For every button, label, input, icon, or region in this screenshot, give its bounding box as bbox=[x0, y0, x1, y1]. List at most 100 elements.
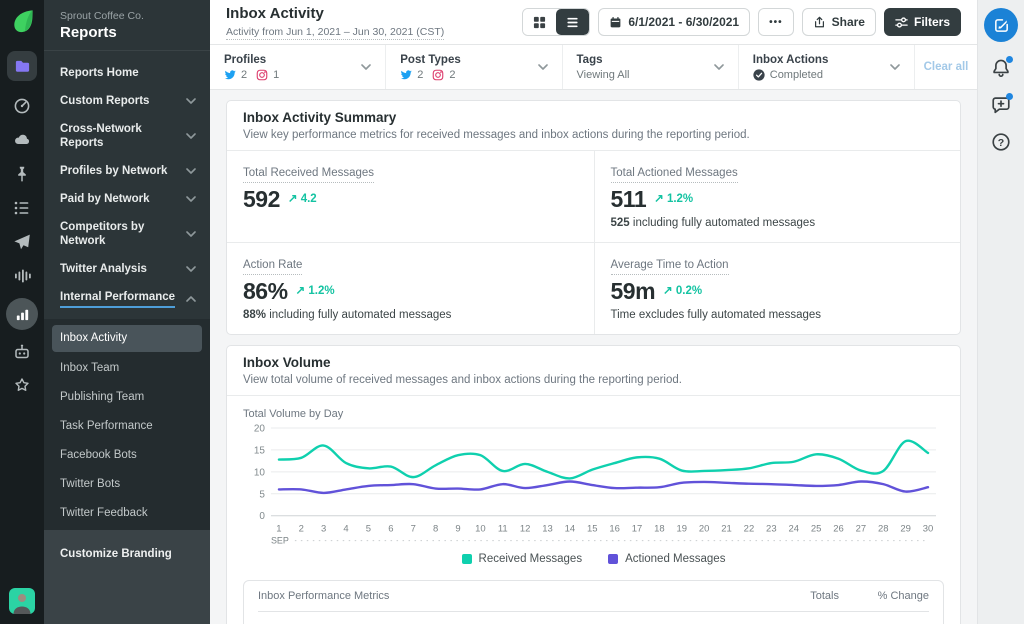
subnav-item-twitter-bots[interactable]: Twitter Bots bbox=[44, 470, 210, 499]
page-title: Inbox Activity bbox=[226, 4, 324, 22]
svg-text:5: 5 bbox=[366, 524, 371, 535]
report-subtitle[interactable]: Activity from Jun 1, 2021 – Jun 30, 2021… bbox=[226, 26, 445, 40]
compose-button[interactable] bbox=[984, 8, 1018, 42]
share-button[interactable]: Share bbox=[801, 8, 876, 36]
messages-cloud-icon[interactable] bbox=[13, 131, 31, 149]
sliders-icon bbox=[895, 16, 908, 28]
network-count: 2 bbox=[241, 68, 248, 81]
metric-note: 525 including fully automated messages bbox=[610, 217, 816, 229]
new-message-button[interactable] bbox=[991, 93, 1013, 115]
line-chart-svg: 051015201 2 3 4 5 6 7 8 9 10 11 12 13 14 15 16 17 18 19 20 2… bbox=[254, 423, 936, 546]
customize-branding[interactable]: Customize Branding bbox=[44, 530, 210, 624]
subnav-item-inbox-team[interactable]: Inbox Team bbox=[44, 354, 210, 383]
more-options-button[interactable]: ••• bbox=[758, 8, 794, 36]
svg-text:12: 12 bbox=[520, 524, 531, 535]
chevron-down-icon bbox=[186, 266, 196, 272]
sidebar-item-reports-home[interactable]: Reports Home bbox=[44, 59, 210, 87]
subnav-item-facebook-bots[interactable]: Facebook Bots bbox=[44, 441, 210, 470]
svg-text:20: 20 bbox=[699, 524, 710, 535]
filter-profiles[interactable]: Profiles 2 1 bbox=[210, 45, 387, 89]
twitter-icon bbox=[401, 70, 413, 80]
list-view-button[interactable] bbox=[556, 9, 590, 35]
date-range-button[interactable]: 6/1/2021 - 6/30/2021 bbox=[598, 8, 751, 36]
list-icon bbox=[567, 17, 578, 27]
listening-waveform-icon[interactable] bbox=[13, 267, 31, 285]
svg-text:29: 29 bbox=[900, 524, 911, 535]
svg-text:9: 9 bbox=[455, 524, 460, 535]
legend-swatch bbox=[608, 553, 619, 564]
sidebar-item-label: Internal Performance bbox=[60, 290, 176, 308]
sprout-logo-icon[interactable] bbox=[9, 8, 36, 35]
metric-label[interactable]: Average Time to Action bbox=[610, 259, 729, 275]
svg-text:10: 10 bbox=[254, 467, 266, 478]
chevron-down-icon bbox=[361, 64, 372, 70]
metric-label[interactable]: Total Received Messages bbox=[243, 167, 375, 183]
app-rail bbox=[0, 0, 44, 624]
clear-all-button[interactable]: Clear all bbox=[915, 45, 977, 89]
report-body: Inbox Activity Summary View key performa… bbox=[210, 90, 977, 624]
filter-post-types[interactable]: Post Types 2 2 bbox=[386, 45, 563, 89]
filter-value-text: Completed bbox=[769, 68, 823, 81]
publish-plane-icon[interactable] bbox=[13, 233, 31, 251]
bots-robot-icon[interactable] bbox=[13, 343, 31, 361]
notifications-button[interactable] bbox=[991, 56, 1013, 78]
chevron-down-icon bbox=[713, 64, 724, 70]
sidebar-item-label: Twitter Analysis bbox=[60, 263, 147, 275]
metric-label[interactable]: Action Rate bbox=[243, 259, 303, 275]
legend-received-messages[interactable]: Received Messages bbox=[461, 553, 582, 565]
sidebar-item-label: Profiles by Network bbox=[60, 165, 168, 177]
pin-icon[interactable] bbox=[13, 165, 31, 183]
svg-text:20: 20 bbox=[254, 423, 266, 434]
svg-text:25: 25 bbox=[811, 524, 822, 535]
filter-label: Profiles bbox=[224, 53, 267, 66]
sidebar-nav: Reports Home Custom Reports Cross-Network … bbox=[44, 51, 210, 319]
calendar-icon bbox=[610, 16, 621, 27]
utility-rail: ? bbox=[977, 0, 1024, 624]
chevron-down-icon bbox=[890, 64, 900, 70]
subnav-item-twitter-feedback[interactable]: Twitter Feedback bbox=[44, 499, 210, 528]
sidebar-item-profiles-by-network[interactable]: Profiles by Network bbox=[44, 157, 210, 185]
grid-view-button[interactable] bbox=[523, 9, 557, 35]
metric-value-row: 59m ↗ 0.2% bbox=[611, 279, 945, 303]
chevron-down-icon bbox=[186, 133, 196, 139]
filters-label: Filters bbox=[913, 15, 950, 29]
sidebar-item-competitors-by-network[interactable]: Competitors by Network bbox=[44, 213, 210, 255]
sidebar-item-twitter-analysis[interactable]: Twitter Analysis bbox=[44, 255, 210, 283]
question-icon: ? bbox=[992, 133, 1010, 151]
filter-label: Tags bbox=[576, 53, 603, 66]
rail-reports-item[interactable] bbox=[6, 298, 38, 330]
date-range-label: 6/1/2021 - 6/30/2021 bbox=[628, 15, 740, 29]
filter-tags[interactable]: Tags Viewing All bbox=[563, 45, 739, 89]
subnav-item-task-performance[interactable]: Task Performance bbox=[44, 412, 210, 441]
network-count: 2 bbox=[449, 68, 456, 81]
share-icon bbox=[814, 16, 824, 27]
filters-button[interactable]: Filters bbox=[883, 8, 961, 36]
subnav-item-publishing-team[interactable]: Publishing Team bbox=[44, 383, 210, 412]
sidebar-item-internal-performance[interactable]: Internal Performance bbox=[44, 283, 210, 315]
sidebar-item-cross-network-reports[interactable]: Cross-Network Reports bbox=[44, 115, 210, 157]
task-list-icon[interactable] bbox=[13, 199, 31, 217]
svg-text:4: 4 bbox=[343, 524, 348, 535]
chevron-down-icon bbox=[186, 196, 196, 202]
filter-content: Post Types 2 2 bbox=[400, 53, 461, 82]
notification-badge bbox=[1006, 56, 1013, 63]
advocacy-star-icon[interactable] bbox=[13, 377, 31, 395]
summary-description: View key performance metrics for receive… bbox=[243, 129, 750, 141]
sidebar-item-custom-reports[interactable]: Custom Reports bbox=[44, 87, 210, 115]
sidebar-item-paid-by-network[interactable]: Paid by Network bbox=[44, 185, 210, 213]
report-topbar: Inbox Activity Activity from Jun 1, 2021… bbox=[210, 0, 977, 45]
legend-actioned-messages[interactable]: Actioned Messages bbox=[608, 553, 725, 565]
filter-inbox-actions[interactable]: Inbox Actions Completed bbox=[739, 45, 915, 89]
svg-text:8: 8 bbox=[433, 524, 438, 535]
svg-text:26: 26 bbox=[833, 524, 844, 535]
metric-label[interactable]: Total Actioned Messages bbox=[610, 167, 738, 183]
help-button[interactable]: ? bbox=[991, 132, 1011, 152]
filter-value: Completed bbox=[753, 69, 829, 82]
customize-branding-label: Customize Branding bbox=[60, 548, 172, 560]
metric-trend: ↗ 1.2% bbox=[654, 193, 694, 205]
user-avatar[interactable] bbox=[9, 588, 35, 614]
svg-text:14: 14 bbox=[565, 524, 576, 535]
rail-folder-item[interactable] bbox=[7, 51, 37, 81]
dashboard-gauge-icon[interactable] bbox=[13, 97, 31, 115]
subnav-item-inbox-activity[interactable]: Inbox Activity bbox=[52, 325, 202, 352]
